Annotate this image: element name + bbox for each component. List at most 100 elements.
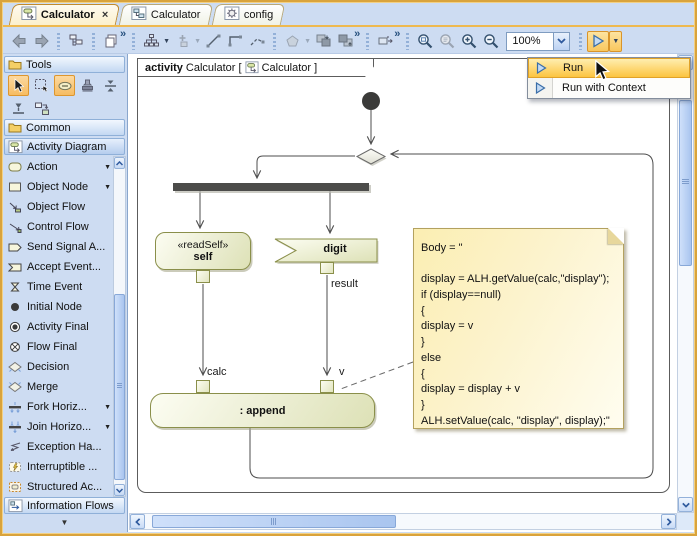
- zoom-level-combo[interactable]: 100%: [506, 32, 570, 51]
- zoom-in-button[interactable]: [458, 31, 480, 52]
- fork-horizontal-icon: [7, 401, 23, 413]
- toolbar-grip[interactable]: [57, 33, 60, 50]
- palette-item-object-node[interactable]: Object Node▼: [4, 177, 112, 197]
- tab-calculator-activity[interactable]: Calculator ×: [9, 4, 121, 25]
- dropdown-icon[interactable]: ▼: [162, 38, 171, 45]
- palette-item-activity-final[interactable]: Activity Final: [4, 317, 112, 337]
- frame-kind: activity: [145, 62, 183, 74]
- palette-item-fork-horizontal[interactable]: Fork Horiz...▼: [4, 397, 112, 417]
- palette-item-accept-event[interactable]: Accept Event...: [4, 257, 112, 277]
- draw-line-button[interactable]: [202, 31, 224, 52]
- dropdown-icon[interactable]: ▼: [104, 184, 112, 191]
- send-backward-button[interactable]: [312, 31, 334, 52]
- toolbar-grip[interactable]: [366, 33, 369, 50]
- palette-item-merge[interactable]: Merge: [4, 377, 112, 397]
- node-name: digit: [296, 243, 374, 255]
- append-action-node[interactable]: : append: [150, 393, 375, 428]
- toolbar-grip[interactable]: [273, 33, 276, 50]
- accept-event-icon: [7, 261, 23, 273]
- zoom-fit-button: [436, 31, 458, 52]
- stamp-tool-button[interactable]: [77, 75, 98, 96]
- containment-tree-button[interactable]: [65, 31, 87, 52]
- palette-item-interruptible-region[interactable]: Interruptible ...: [4, 457, 112, 477]
- join-horizontal-icon: [7, 421, 23, 433]
- send-signal-icon: [7, 241, 23, 253]
- draw-rectilinear-button[interactable]: [224, 31, 246, 52]
- draw-oblique-button[interactable]: [246, 31, 268, 52]
- transfer-tool-button[interactable]: [31, 98, 52, 119]
- palette-item-structured-activity[interactable]: Structured Ac...: [4, 477, 112, 497]
- select-tool-button[interactable]: [8, 75, 29, 96]
- run-button[interactable]: [587, 31, 609, 52]
- vertical-align-tool-button[interactable]: [8, 98, 29, 119]
- toolbar-grip[interactable]: [132, 33, 135, 50]
- palette-item-flow-final[interactable]: Flow Final: [4, 337, 112, 357]
- scroll-down-button[interactable]: [114, 484, 125, 496]
- tab-label: Calculator: [41, 9, 95, 21]
- section-title: Common: [26, 122, 71, 134]
- bring-forward-button[interactable]: [334, 31, 356, 52]
- overflow-icon[interactable]: »: [394, 28, 400, 40]
- close-icon[interactable]: ×: [102, 9, 108, 21]
- palette-item-initial-node[interactable]: Initial Node: [4, 297, 112, 317]
- palette-item-exception-handler[interactable]: Exception Ha...: [4, 437, 112, 457]
- vertical-distribute-tool-button[interactable]: [100, 75, 121, 96]
- scroll-thumb[interactable]: [114, 294, 125, 480]
- palette-item-decision[interactable]: Decision: [4, 357, 112, 377]
- self-output-pin[interactable]: [196, 270, 210, 283]
- palette-item-action[interactable]: Action▼: [4, 157, 112, 177]
- palette-item-time-event[interactable]: Time Event: [4, 277, 112, 297]
- layout-hierarchy-button[interactable]: [140, 31, 162, 52]
- palette-item-send-signal[interactable]: Send Signal A...: [4, 237, 112, 257]
- dropdown-icon[interactable]: ▼: [104, 404, 112, 411]
- append-calc-pin[interactable]: [196, 380, 210, 393]
- dropdown-icon[interactable]: ▼: [104, 424, 112, 431]
- palette-item-join-horizontal[interactable]: Join Horizo...▼: [4, 417, 112, 437]
- resize-shape-button[interactable]: [374, 31, 396, 52]
- scroll-thumb[interactable]: [152, 515, 396, 528]
- section-header-information-flows[interactable]: Information Flows: [4, 497, 125, 514]
- section-header-activity-diagram[interactable]: Activity Diagram: [4, 138, 125, 155]
- zoom-level-value[interactable]: 100%: [506, 32, 553, 51]
- tab-calculator-composite[interactable]: Calculator: [119, 4, 213, 25]
- section-header-common[interactable]: Common: [4, 119, 125, 136]
- composite-diagram-icon: [131, 6, 147, 24]
- toolbar-grip[interactable]: [579, 33, 582, 50]
- section-title: Activity Diagram: [27, 141, 106, 153]
- back-button[interactable]: [8, 31, 30, 52]
- scroll-left-button[interactable]: [130, 514, 145, 529]
- palette-item-control-flow[interactable]: Control Flow: [4, 217, 112, 237]
- combo-dropdown-button[interactable]: [553, 32, 570, 51]
- tab-config[interactable]: config: [212, 4, 286, 25]
- activity-frame-header[interactable]: activity Calculator [ Calculator ]: [137, 58, 374, 77]
- palette-item-object-flow[interactable]: Object Flow: [4, 197, 112, 217]
- toolbar-grip[interactable]: [92, 33, 95, 50]
- scroll-right-button[interactable]: [661, 514, 676, 529]
- object-node-icon: [7, 181, 23, 193]
- self-action-node[interactable]: «readSelf» self: [155, 232, 251, 270]
- palette-scrollbar[interactable]: [113, 156, 126, 497]
- digit-result-pin[interactable]: [320, 262, 334, 274]
- body-comment-note[interactable]: Body = " display = ALH.getValue(calc,"di…: [413, 228, 624, 429]
- more-sections-icon[interactable]: ▼: [2, 518, 127, 527]
- scroll-down-button[interactable]: [678, 497, 693, 512]
- scroll-thumb[interactable]: [679, 100, 692, 266]
- dropdown-icon[interactable]: ▼: [104, 164, 112, 171]
- section-header-tools[interactable]: Tools: [4, 56, 125, 73]
- run-dropdown-button[interactable]: ▼: [609, 31, 622, 52]
- forward-button[interactable]: [30, 31, 52, 52]
- overflow-icon[interactable]: »: [120, 28, 126, 40]
- toolbar-grip[interactable]: [406, 33, 409, 50]
- node-name: self: [194, 251, 213, 263]
- marquee-select-tool-button[interactable]: [31, 75, 52, 96]
- copy-diagram-button[interactable]: [100, 31, 122, 52]
- append-v-pin[interactable]: [320, 380, 334, 393]
- link-tool-button[interactable]: [54, 75, 75, 96]
- zoom-out-button[interactable]: [480, 31, 502, 52]
- overflow-icon[interactable]: »: [354, 28, 360, 40]
- canvas-horizontal-scrollbar[interactable]: [129, 513, 677, 530]
- magicdraw-window: Calculator × Calculator config » ▼ ▼: [0, 0, 697, 536]
- scroll-up-button[interactable]: [114, 157, 125, 169]
- canvas-vertical-scrollbar[interactable]: [677, 54, 694, 513]
- zoom-region-button[interactable]: [414, 31, 436, 52]
